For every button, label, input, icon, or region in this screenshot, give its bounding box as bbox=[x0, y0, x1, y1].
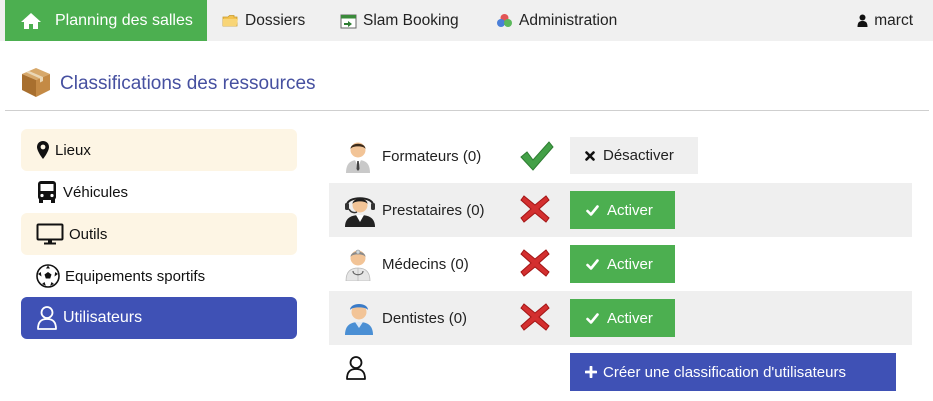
activate-button-label: Activer bbox=[607, 309, 653, 327]
activate-button-label: Activer bbox=[607, 255, 653, 273]
active-check-icon bbox=[519, 139, 555, 177]
activate-button[interactable]: Activer bbox=[570, 191, 675, 229]
nav-user-menu[interactable]: marct bbox=[857, 0, 913, 41]
monitor-icon bbox=[36, 223, 64, 245]
nav-home-link[interactable]: Planning des salles bbox=[5, 0, 207, 41]
header-divider bbox=[5, 110, 929, 111]
classification-name: Dentistes (0) bbox=[382, 309, 468, 327]
classification-row-dentistes: Dentistes (0) Activer bbox=[329, 291, 912, 345]
sidebar-item-equipements-sportifs[interactable]: Equipements sportifs bbox=[21, 255, 297, 297]
folder-icon bbox=[222, 14, 239, 28]
sidebar-item-label: Outils bbox=[69, 225, 108, 243]
classification-row-prestataires: Prestataires (0) Activer bbox=[329, 183, 912, 237]
home-icon bbox=[20, 12, 42, 30]
calendar-icon bbox=[340, 13, 357, 29]
user-outline-icon bbox=[36, 305, 58, 331]
sidebar-item-vehicules[interactable]: Véhicules bbox=[21, 171, 297, 213]
sidebar-item-label: Lieux bbox=[55, 141, 91, 159]
nav-home-label: Planning des salles bbox=[55, 11, 193, 29]
provider-avatar-icon bbox=[343, 191, 377, 231]
dentist-avatar-icon bbox=[343, 299, 375, 339]
nav-dossiers-label: Dossiers bbox=[245, 11, 306, 29]
sidebar-item-lieux[interactable]: Lieux bbox=[21, 129, 297, 171]
classification-row-formateurs: Formateurs (0) Désactiver bbox=[329, 129, 912, 183]
soccer-ball-icon bbox=[36, 264, 60, 288]
activate-button[interactable]: Activer bbox=[570, 299, 675, 337]
activate-button-label: Activer bbox=[607, 201, 653, 219]
classification-name: Médecins (0) bbox=[382, 255, 469, 273]
inactive-cross-icon bbox=[519, 301, 551, 337]
map-marker-icon bbox=[36, 140, 50, 160]
classification-name: Formateurs (0) bbox=[382, 147, 482, 165]
activate-button[interactable]: Activer bbox=[570, 245, 675, 283]
nav-slam-booking-label: Slam Booking bbox=[363, 11, 459, 29]
nav-slam-booking-link[interactable]: Slam Booking bbox=[340, 0, 459, 41]
package-box-icon bbox=[20, 65, 52, 103]
nav-administration-link[interactable]: Administration bbox=[496, 0, 617, 41]
sidebar-item-label: Utilisateurs bbox=[63, 309, 143, 326]
deactivate-button[interactable]: Désactiver bbox=[570, 137, 698, 174]
inactive-cross-icon bbox=[519, 193, 551, 229]
nav-user-label: marct bbox=[874, 11, 913, 29]
close-icon bbox=[585, 150, 595, 161]
classification-name: Prestataires (0) bbox=[382, 201, 485, 219]
plus-icon bbox=[585, 366, 597, 378]
page-title: Classifications des ressources bbox=[60, 73, 316, 94]
deactivate-button-label: Désactiver bbox=[603, 147, 674, 164]
check-icon bbox=[586, 312, 599, 324]
bus-icon bbox=[36, 180, 58, 204]
sidebar-item-label: Equipements sportifs bbox=[65, 267, 206, 285]
top-nav-bar: Planning des salles Dossiers Slam Bookin… bbox=[0, 0, 933, 41]
user-icon bbox=[857, 14, 868, 27]
doctor-avatar-icon bbox=[343, 245, 373, 285]
page-header: Classifications des ressources bbox=[20, 64, 316, 104]
create-classification-label: Créer une classification d'utilisateurs bbox=[603, 363, 846, 381]
trainer-avatar-icon bbox=[343, 137, 373, 177]
admin-circles-icon bbox=[496, 13, 513, 28]
create-classification-button[interactable]: Créer une classification d'utilisateurs bbox=[570, 353, 896, 391]
sidebar-item-label: Véhicules bbox=[63, 183, 129, 201]
user-outline-icon bbox=[345, 355, 367, 385]
nav-dossiers-link[interactable]: Dossiers bbox=[222, 0, 305, 41]
check-icon bbox=[586, 258, 599, 270]
sidebar-item-outils[interactable]: Outils bbox=[21, 213, 297, 255]
sidebar-item-utilisateurs[interactable]: Utilisateurs bbox=[21, 297, 297, 339]
check-icon bbox=[586, 204, 599, 216]
inactive-cross-icon bbox=[519, 247, 551, 283]
classification-row-medecins: Médecins (0) Activer bbox=[329, 237, 912, 291]
nav-administration-label: Administration bbox=[519, 11, 618, 29]
